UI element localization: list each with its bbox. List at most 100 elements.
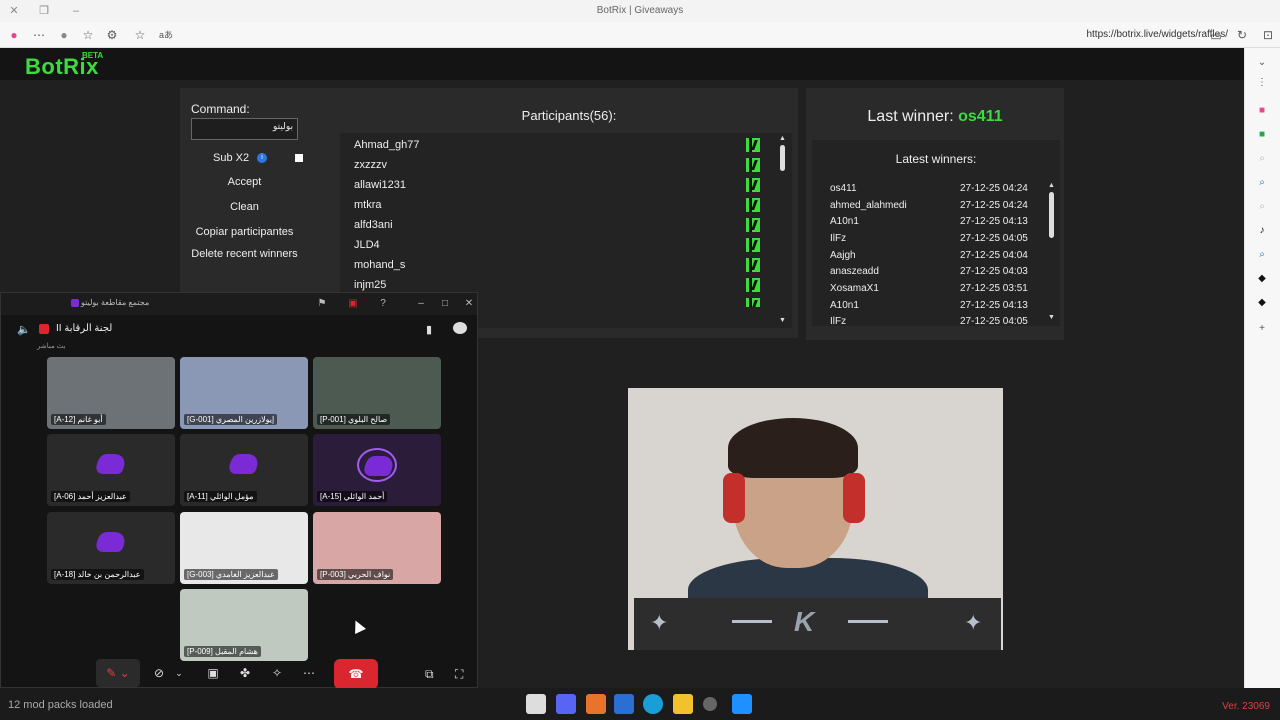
participant-tile[interactable]: مؤمل الوائلي [A-11] [180,434,308,506]
favorites-icon[interactable]: ☆ [80,27,96,43]
search-icon[interactable]: ⌕ [1255,176,1269,190]
call-toolbar: ✎ ⌄ ⊘ ⌄ ▣ ✤ ✧ ⋯ ☎ [96,659,386,689]
record-icon[interactable]: ▣ [345,296,361,312]
participant-row: mtkra [354,195,774,215]
taskbar: 12 mod packs loaded Ver. 23069 [0,688,1280,720]
minimize-icon[interactable]: – [413,296,429,312]
participant-tile[interactable]: إيولازرين المصري [G-001] [180,357,308,429]
app-icon[interactable] [586,694,606,714]
participant-tile[interactable]: أبو غانم [A-12] [47,357,175,429]
scroll-up-icon[interactable]: ▲ [1048,182,1055,189]
winner-row: ahmed_alahmedi 27-12-25 04:24 [830,200,1040,216]
headphones-icon [843,473,865,523]
delete-recent-winners-button[interactable]: Delete recent winners [191,246,298,276]
sub-x2-label: Sub X2 [213,152,250,164]
browser-sidebar: ⌄ ⋮ ■ ■ ⌕ ⌕ ⌕ ♪ ⌕ ◆ ◆ + [1244,48,1280,688]
obs-icon[interactable] [526,694,546,714]
popout-icon[interactable]: ⧉ [425,667,434,682]
beta-badge: BETA [82,51,104,60]
winner-name: A10n1 [830,216,859,227]
participant-name: JLD4 [354,239,380,251]
app-icon[interactable]: ■ [1255,104,1269,118]
close-icon[interactable]: ✕ [461,296,477,312]
add-icon[interactable]: + [1255,322,1269,336]
winner-panel: Last winner: os411 Latest winners: os411… [806,88,1064,340]
sidebar-toggle-icon[interactable]: ⊡ [1260,27,1276,43]
scroll-down-icon[interactable]: ▼ [1048,314,1055,321]
read-aloud-icon[interactable]: aあ [156,27,176,43]
webcam-feed: ✦ K ✦ [628,388,1003,650]
extensions-icon[interactable]: ⚙ [104,27,120,43]
fullscreen-icon[interactable]: ⛶ [455,667,463,682]
app-icon[interactable]: ◆ [1255,272,1269,286]
winner-time: 27-12-25 04:03 [960,266,1028,277]
participant-tile[interactable]: صالح البلوي [P-001] [313,357,441,429]
kebab-icon[interactable]: ⋮ [1255,76,1269,90]
maximize-icon[interactable]: □ [437,296,453,312]
discord-icon[interactable] [556,694,576,714]
kick-icon [746,158,760,172]
winner-time: 27-12-25 04:05 [960,316,1028,326]
windows-icon[interactable] [732,694,752,714]
channel-name: لجنة الرقابة II [56,323,113,334]
winners-scrollbar[interactable] [1049,192,1054,238]
star-icon[interactable]: ☆ [132,27,148,43]
scroll-up-icon[interactable]: ▲ [779,135,786,142]
headphones-icon [723,473,745,523]
copilot-icon[interactable]: ● [6,27,22,43]
search-icon[interactable]: ⌕ [1255,248,1269,262]
command-input[interactable]: بوليتو [191,118,298,140]
share-screen-icon[interactable]: ▣ [202,663,224,683]
tiktok-icon[interactable]: ♪ [1255,224,1269,238]
avatar [91,448,131,482]
app-icon[interactable]: ◆ [1255,296,1269,310]
more-icon[interactable]: ⋯ [31,27,47,43]
more-icon[interactable]: ⋯ [298,663,320,683]
bookmark-icon[interactable]: ▮ [426,323,432,336]
folder-icon[interactable] [673,694,693,714]
excel-icon[interactable]: ■ [1255,128,1269,142]
mute-button[interactable]: ✎ ⌄ [96,659,140,687]
participants-scrollbar[interactable] [780,145,785,171]
participant-name: Ahmad_gh77 [354,139,420,151]
edge-icon[interactable] [643,694,663,714]
search-icon[interactable]: ⌕ [1255,200,1269,214]
participant-tile[interactable]: عبدالرحمن بن خالد [A-18] [47,512,175,584]
participant-label: إيولازرين المصري [G-001] [184,414,278,425]
server-icon [71,299,79,307]
copy-participants-button[interactable]: Copiar participantes [191,221,298,243]
scroll-down-icon[interactable]: ▼ [779,317,786,324]
winner-name: XosamaX1 [830,283,879,294]
hang-up-button[interactable]: ☎ [334,659,378,689]
participant-tile[interactable]: عبدالعزيز الغامدي [G-003] [180,512,308,584]
refresh-icon[interactable]: ↻ [1234,27,1250,43]
participant-tile[interactable]: عبدالعزيز أحمد [A-06] [47,434,175,506]
participant-name: mohand_s [354,259,406,271]
info-icon[interactable]: i [257,153,267,163]
chevron-down-icon[interactable]: ⌄ [1255,56,1269,70]
participant-tile[interactable]: نواف الحربي [P-003] [313,512,441,584]
accept-button[interactable]: Accept [191,171,298,193]
winner-row: XosamaX1 27-12-25 03:51 [830,283,1040,299]
app-icon[interactable] [703,697,717,711]
participant-tile[interactable]: هشام المقبل [P-009] [180,589,308,661]
store-icon[interactable] [614,694,634,714]
url-text[interactable]: https://botrix.live/widgets/raffles/ [1086,29,1228,40]
search-icon[interactable]: ⌕ [1255,152,1269,166]
soundboard-icon[interactable]: ✧ [266,663,288,683]
latest-winners-box[interactable]: Latest winners: os411 27-12-25 04:24 ahme… [812,140,1060,326]
chevron-down-icon[interactable]: ⌄ [168,663,190,683]
participant-tile[interactable]: أحمد الوائلي [A-15] [313,434,441,506]
help-icon[interactable]: ? [375,296,391,312]
call-window-title: مجتمع مقاطعة بوليتو [81,298,150,307]
activities-icon[interactable]: ✤ [234,663,256,683]
speaker-icon[interactable]: 🔈 [17,323,31,336]
sub-x2-checkbox[interactable] [295,154,303,162]
flag-icon[interactable]: ⚑ [314,296,330,312]
profile-icon[interactable]: ● [56,27,72,43]
clean-button[interactable]: Clean [191,196,298,218]
chat-icon[interactable] [453,322,467,334]
participant-label: أبو غانم [A-12] [51,414,106,425]
camera-off-icon[interactable]: ⊘ [148,663,170,683]
participant-row: JLD4 [354,235,774,255]
